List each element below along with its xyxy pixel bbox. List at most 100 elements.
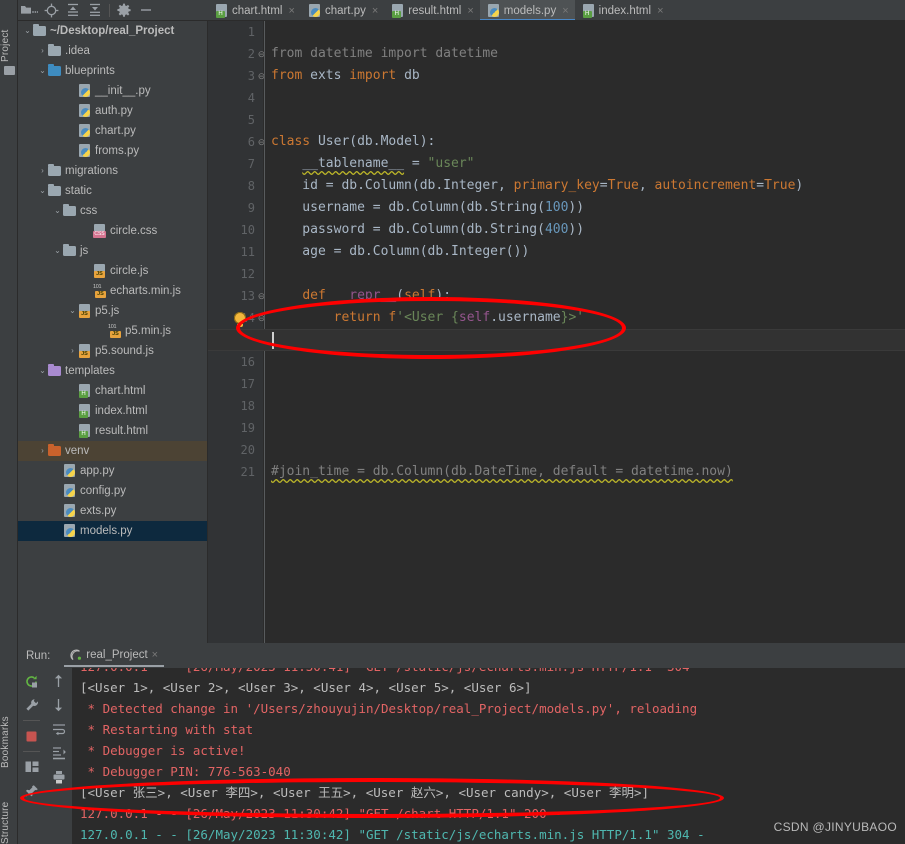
chevron-down-icon[interactable]: ⌄	[67, 301, 78, 321]
console-line-1: 127.0.0.1 - - [26/May/2023 11:30:41] "GE…	[80, 668, 705, 677]
collapse-all-icon[interactable]	[84, 0, 106, 21]
chevron-down-icon[interactable]: ⌄	[22, 21, 33, 41]
rerun-icon[interactable]	[23, 672, 41, 690]
folder-icon	[63, 204, 76, 218]
pin-icon[interactable]	[23, 782, 41, 800]
chevron-down-icon[interactable]: ⌄	[52, 201, 63, 221]
py-icon	[78, 144, 91, 158]
folder-icon	[33, 24, 46, 38]
tree-item-label: exts.py	[80, 505, 117, 517]
tree-item-circle-css[interactable]: circle.css	[18, 221, 207, 241]
tree-item-index-html[interactable]: index.html	[18, 401, 207, 421]
tree-item-label: blueprints	[65, 65, 115, 77]
layout-icon[interactable]	[23, 758, 41, 776]
expand-all-icon[interactable]	[62, 0, 84, 21]
tab-close-icon[interactable]: ×	[372, 5, 378, 17]
tab-close-icon[interactable]: ×	[289, 5, 295, 17]
tree-item-static[interactable]: ⌄ static	[18, 181, 207, 201]
console-output[interactable]: 127.0.0.1 - - [26/May/2023 11:30:41] "GE…	[72, 668, 905, 844]
chevron-right-icon[interactable]: ›	[37, 41, 48, 61]
js-icon	[78, 344, 91, 358]
tree-item-venv[interactable]: › venv	[18, 441, 207, 461]
chevron-down-icon[interactable]: ⌄	[37, 181, 48, 201]
tree-item-label: circle.js	[110, 265, 149, 277]
tree-item-migrations[interactable]: › migrations	[18, 161, 207, 181]
tree-item-p5-js[interactable]: ⌄ p5.js	[18, 301, 207, 321]
wrench-settings-icon[interactable]	[23, 696, 41, 714]
tree-item-config-py[interactable]: config.py	[18, 481, 207, 501]
folder-ellipsis-icon[interactable]	[18, 0, 40, 21]
tree-item-exts-py[interactable]: exts.py	[18, 501, 207, 521]
editor-tab-models-py[interactable]: models.py ×	[479, 0, 575, 20]
chevron-right-icon[interactable]: ›	[37, 161, 48, 181]
hide-panel-icon[interactable]	[135, 0, 157, 21]
tree-item-label: static	[65, 185, 92, 197]
tree-item-label: p5.min.js	[125, 325, 172, 337]
code-line-6: class User(db.Model):	[271, 134, 436, 149]
tree-item-app-py[interactable]: app.py	[18, 461, 207, 481]
scroll-down-icon[interactable]	[50, 696, 68, 714]
tab-close-icon[interactable]: ×	[467, 5, 473, 17]
locate-target-icon[interactable]	[40, 0, 62, 21]
scroll-to-end-icon[interactable]	[50, 744, 68, 762]
chevron-down-icon[interactable]: ⌄	[37, 61, 48, 81]
tool-window-button-project[interactable]: Project	[0, 4, 18, 62]
tree-item-blueprints[interactable]: ⌄ blueprints	[18, 61, 207, 81]
stop-icon[interactable]	[23, 727, 41, 745]
soft-wrap-icon[interactable]	[50, 720, 68, 738]
tab-close-icon[interactable]: ×	[657, 5, 663, 17]
scroll-up-icon[interactable]	[50, 672, 68, 690]
tree-item-auth-py[interactable]: auth.py	[18, 101, 207, 121]
chevron-down-icon[interactable]: ⌄	[37, 361, 48, 381]
chevron-right-icon[interactable]: ›	[37, 441, 48, 461]
print-icon[interactable]	[50, 768, 68, 786]
run-toolbar-column-right	[45, 668, 72, 844]
gutter-line-number-2: 2	[247, 47, 255, 61]
tree-item-echarts-min-js[interactable]: echarts.min.js	[18, 281, 207, 301]
tree-item-p5-min-js[interactable]: p5.min.js	[18, 321, 207, 341]
tree-item-result-html[interactable]: result.html	[18, 421, 207, 441]
tree-item-circle-js[interactable]: circle.js	[18, 261, 207, 281]
tool-window-button-structure[interactable]: Structure	[0, 782, 18, 844]
editor-tab-index-html[interactable]: index.html ×	[575, 0, 670, 20]
tree-item--desktop-real_project[interactable]: ⌄ ~/Desktop/real_Project	[18, 21, 207, 41]
console-line-6: * Debugger PIN: 776-563-040	[80, 764, 291, 779]
tree-item-chart-py[interactable]: chart.py	[18, 121, 207, 141]
gutter-line-number-12: 12	[240, 267, 255, 281]
tree-item-p5-sound-js[interactable]: › p5.sound.js	[18, 341, 207, 361]
code-text-area[interactable]: from datetime import datetime from exts …	[265, 21, 905, 643]
tree-item-label: froms.py	[95, 145, 140, 157]
tab-close-icon[interactable]: ×	[562, 5, 568, 17]
chevron-down-icon[interactable]: ⌄	[52, 241, 63, 261]
tree-item-js[interactable]: ⌄ js	[18, 241, 207, 261]
tree-item--idea[interactable]: › .idea	[18, 41, 207, 61]
gutter-line-number-21: 21	[240, 465, 255, 479]
html-icon	[78, 404, 91, 418]
tree-item-froms-py[interactable]: froms.py	[18, 141, 207, 161]
code-line-2: from datetime import datetime	[271, 46, 498, 61]
py-icon	[63, 504, 76, 518]
editor-tab-result-html[interactable]: result.html ×	[384, 0, 479, 20]
editor-tab-chart-html[interactable]: chart.html ×	[208, 0, 301, 20]
tree-item-templates[interactable]: ⌄ templates	[18, 361, 207, 381]
code-line-9: username = db.Column(db.String(100))	[271, 200, 585, 215]
folder-icon	[48, 44, 61, 58]
tree-item-label: models.py	[80, 525, 133, 537]
py-icon	[63, 484, 76, 498]
editor-tab-chart-py[interactable]: chart.py ×	[301, 0, 384, 20]
tool-window-button-bookmarks[interactable]: Bookmarks	[0, 690, 18, 768]
chevron-right-icon[interactable]: ›	[67, 341, 78, 361]
code-editor[interactable]: 123456789101112131415161718192021⊖⊖⊖⊖⊖ f…	[208, 21, 905, 643]
run-tab-close-icon[interactable]: ×	[152, 649, 158, 661]
run-tab-real-project[interactable]: real_Project ×	[64, 645, 165, 667]
project-tree: ⌄ ~/Desktop/real_Project › .idea ⌄ blueprints…	[18, 21, 208, 643]
intention-bulb-icon[interactable]	[234, 312, 246, 327]
gutter-line-number-13: 13	[240, 289, 255, 303]
tree-item-models-py[interactable]: models.py	[18, 521, 207, 541]
html-icon	[78, 424, 91, 438]
tree-item-css[interactable]: ⌄ css	[18, 201, 207, 221]
tree-item-chart-html[interactable]: chart.html	[18, 381, 207, 401]
tree-item-__init__-py[interactable]: __init__.py	[18, 81, 207, 101]
settings-gear-icon[interactable]	[113, 0, 135, 21]
css-icon	[93, 224, 106, 238]
